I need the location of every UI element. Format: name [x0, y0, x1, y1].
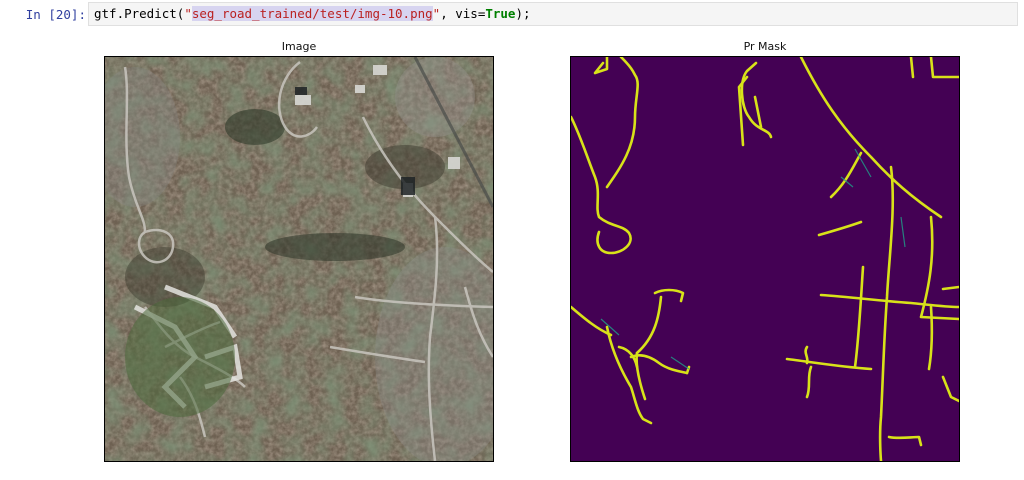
code-line: gtf.Predict("seg_road_trained/test/img-1… [94, 5, 531, 23]
code-path-string: seg_road_trained/test/img-10.png [191, 6, 433, 21]
mask-title: Pr Mask [743, 40, 787, 53]
code-function: gtf.Predict( [94, 6, 185, 21]
prediction-mask-render [571, 57, 959, 461]
cell-output: Image Pr Mask [88, 34, 1018, 474]
prediction-mask [570, 56, 960, 462]
code-input[interactable]: gtf.Predict("seg_road_trained/test/img-1… [88, 2, 1018, 26]
aerial-image [104, 56, 494, 462]
code-quote-open: " [184, 6, 192, 21]
code-argument: , vis= [440, 6, 486, 21]
image-title: Image [281, 40, 317, 53]
input-prompt: In [20]: [25, 7, 86, 22]
code-keyword: True [485, 6, 516, 21]
code-end: ); [515, 6, 531, 21]
aerial-image-render [105, 57, 493, 461]
notebook-cell: In [20]: gtf.Predict("seg_road_trained/t… [0, 0, 1024, 480]
